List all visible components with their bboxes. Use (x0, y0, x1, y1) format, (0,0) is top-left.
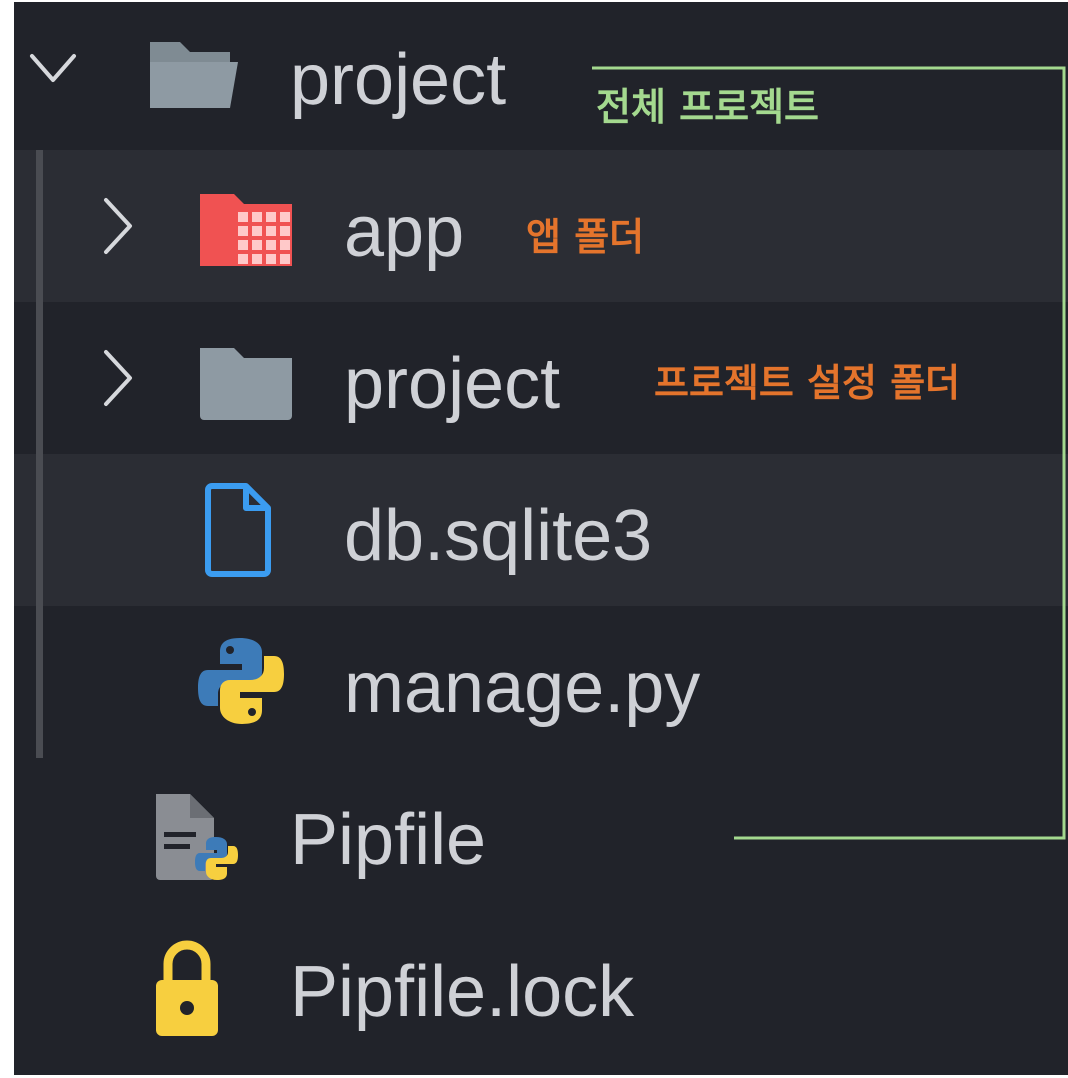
whole-project-annotation: 전체 프로젝트 (596, 85, 819, 129)
file-explorer: project app 앱 폴더 project 프로젝트 설정 폴더 db.s… (14, 2, 1068, 1075)
annotation-bracket (592, 66, 1066, 840)
